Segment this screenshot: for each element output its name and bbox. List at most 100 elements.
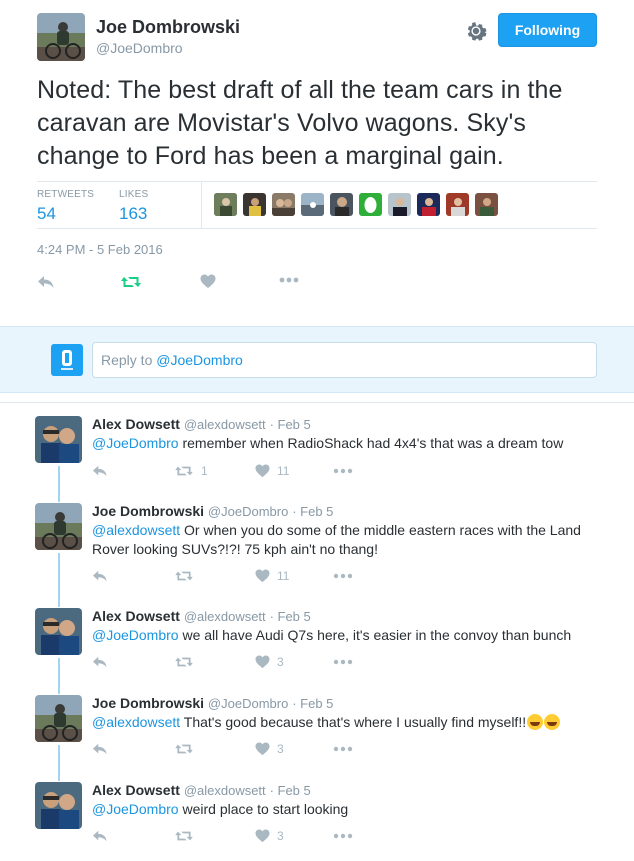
retweets-stat[interactable]: RETWEETS 54	[37, 189, 94, 224]
liker-avatars	[214, 193, 504, 216]
reply-tweet[interactable]: Alex Dowsett @alexdowsett · Feb 5 @JoeDo…	[0, 608, 634, 688]
reply-icon[interactable]	[92, 829, 108, 843]
tweet-actions	[37, 274, 337, 294]
reply-author-avatar[interactable]	[35, 695, 82, 742]
liker-avatar[interactable]	[301, 193, 324, 216]
reply-actions: 3	[92, 742, 392, 760]
more-dots-icon[interactable]	[333, 746, 353, 752]
reply-author-name[interactable]: Alex Dowsett	[92, 416, 180, 432]
liker-avatar[interactable]	[446, 193, 469, 216]
heart-icon[interactable]: 11	[255, 464, 289, 478]
more-dots-icon[interactable]	[333, 573, 353, 579]
heart-icon[interactable]: 11	[255, 569, 289, 583]
retweets-count: 54	[37, 204, 56, 223]
reply-header: Joe Dombrowski @JoeDombro · Feb 5	[92, 695, 334, 711]
reply-tweet[interactable]: Joe Dombrowski @JoeDombro · Feb 5 @alexd…	[0, 503, 634, 603]
heart-icon[interactable]: 3	[255, 742, 284, 756]
more-dots-icon[interactable]	[333, 833, 353, 839]
reply-composer: Reply to @JoeDombro	[0, 326, 634, 393]
retweet-icon[interactable]	[174, 569, 194, 583]
tweet-text: Noted: The best draft of all the team ca…	[37, 76, 563, 170]
like-count: 11	[277, 464, 290, 478]
following-button[interactable]: Following	[498, 13, 597, 47]
heart-icon[interactable]	[200, 274, 216, 289]
retweet-icon[interactable]	[174, 655, 194, 669]
reply-author-handle[interactable]: @alexdowsett	[184, 609, 266, 624]
reply-icon[interactable]	[37, 274, 55, 290]
reply-icon[interactable]	[92, 742, 108, 756]
reply-placeholder-prefix: Reply to	[101, 352, 157, 368]
likes-count: 163	[119, 204, 148, 223]
reply-body: weird place to start looking	[178, 801, 349, 817]
liker-avatar[interactable]	[214, 193, 237, 216]
liker-avatar[interactable]	[272, 193, 295, 216]
reply-icon[interactable]	[92, 655, 108, 669]
reply-tweet[interactable]: Alex Dowsett @alexdowsett · Feb 5 @JoeDo…	[0, 782, 634, 857]
author-handle[interactable]: @JoeDombro	[96, 40, 183, 56]
more-dots-icon[interactable]	[333, 468, 353, 474]
more-dots-icon[interactable]	[279, 277, 299, 283]
reply-author-handle[interactable]: @alexdowsett	[184, 417, 266, 432]
reply-author-name[interactable]: Joe Dombrowski	[92, 503, 204, 519]
reply-date[interactable]: Feb 5	[278, 609, 311, 624]
tweet-stats: RETWEETS 54 LIKES 163	[37, 181, 597, 229]
liker-avatar[interactable]	[475, 193, 498, 216]
current-user-avatar	[51, 344, 83, 376]
author-avatar[interactable]	[37, 13, 85, 61]
reply-author-name[interactable]: Alex Dowsett	[92, 782, 180, 798]
author-name[interactable]: Joe Dombrowski	[96, 17, 240, 38]
reply-icon[interactable]	[92, 569, 108, 583]
reply-body: we all have Audi Q7s here, it's easier i…	[178, 627, 572, 643]
reply-mention[interactable]: @JoeDombro	[92, 801, 179, 817]
tears-of-joy-emoji	[544, 714, 561, 730]
likes-label: LIKES	[119, 189, 149, 200]
reply-mention[interactable]: @alexdowsett	[92, 522, 180, 538]
reply-icon[interactable]	[92, 464, 108, 478]
liker-avatar[interactable]	[388, 193, 411, 216]
reply-actions: 1 11	[92, 464, 392, 482]
retweets-label: RETWEETS	[37, 189, 95, 200]
reply-author-name[interactable]: Alex Dowsett	[92, 608, 180, 624]
reply-actions: 11	[92, 569, 392, 587]
retweet-icon[interactable]	[120, 274, 142, 290]
reply-mention[interactable]: @JoeDombro	[92, 627, 179, 643]
like-count: 3	[277, 742, 284, 756]
more-dots-icon[interactable]	[333, 659, 353, 665]
reply-mention[interactable]: @JoeDombro	[92, 435, 179, 451]
reply-author-avatar[interactable]	[35, 416, 82, 463]
reply-header: Joe Dombrowski @JoeDombro · Feb 5	[92, 503, 334, 519]
reply-input[interactable]: Reply to @JoeDombro	[92, 342, 597, 378]
reply-author-handle[interactable]: @JoeDombro	[208, 504, 288, 519]
retweet-count: 1	[201, 464, 208, 478]
reply-author-handle[interactable]: @alexdowsett	[184, 783, 266, 798]
reply-date[interactable]: Feb 5	[278, 417, 311, 432]
liker-avatar[interactable]	[330, 193, 353, 216]
tweet-timestamp[interactable]: 4:24 PM - 5 Feb 2016	[37, 242, 163, 257]
likes-stat[interactable]: LIKES 163	[119, 189, 148, 224]
reply-date[interactable]: Feb 5	[278, 783, 311, 798]
reply-date[interactable]: Feb 5	[300, 696, 333, 711]
reply-tweet[interactable]: Joe Dombrowski @JoeDombro · Feb 5 @alexd…	[0, 695, 634, 775]
retweet-icon[interactable]: 1	[174, 464, 208, 478]
reply-author-avatar[interactable]	[35, 782, 82, 829]
reply-header: Alex Dowsett @alexdowsett · Feb 5	[92, 608, 311, 624]
reply-author-avatar[interactable]	[35, 608, 82, 655]
retweet-icon[interactable]	[174, 742, 194, 756]
reply-author-avatar[interactable]	[35, 503, 82, 550]
reply-text: @JoeDombro we all have Audi Q7s here, it…	[92, 626, 612, 645]
reply-tweet[interactable]: Alex Dowsett @alexdowsett · Feb 5 @JoeDo…	[0, 416, 634, 496]
retweet-icon[interactable]	[174, 829, 194, 843]
reply-header: Alex Dowsett @alexdowsett · Feb 5	[92, 416, 311, 432]
liker-avatar[interactable]	[243, 193, 266, 216]
reply-author-name[interactable]: Joe Dombrowski	[92, 695, 204, 711]
gear-icon[interactable]	[465, 20, 487, 42]
section-divider	[0, 393, 634, 403]
reply-mention[interactable]: @alexdowsett	[92, 714, 180, 730]
liker-avatar[interactable]	[359, 193, 382, 216]
liker-avatar[interactable]	[417, 193, 440, 216]
heart-icon[interactable]: 3	[255, 829, 284, 843]
like-count: 3	[277, 829, 284, 843]
reply-author-handle[interactable]: @JoeDombro	[208, 696, 288, 711]
heart-icon[interactable]: 3	[255, 655, 284, 669]
reply-date[interactable]: Feb 5	[300, 504, 333, 519]
